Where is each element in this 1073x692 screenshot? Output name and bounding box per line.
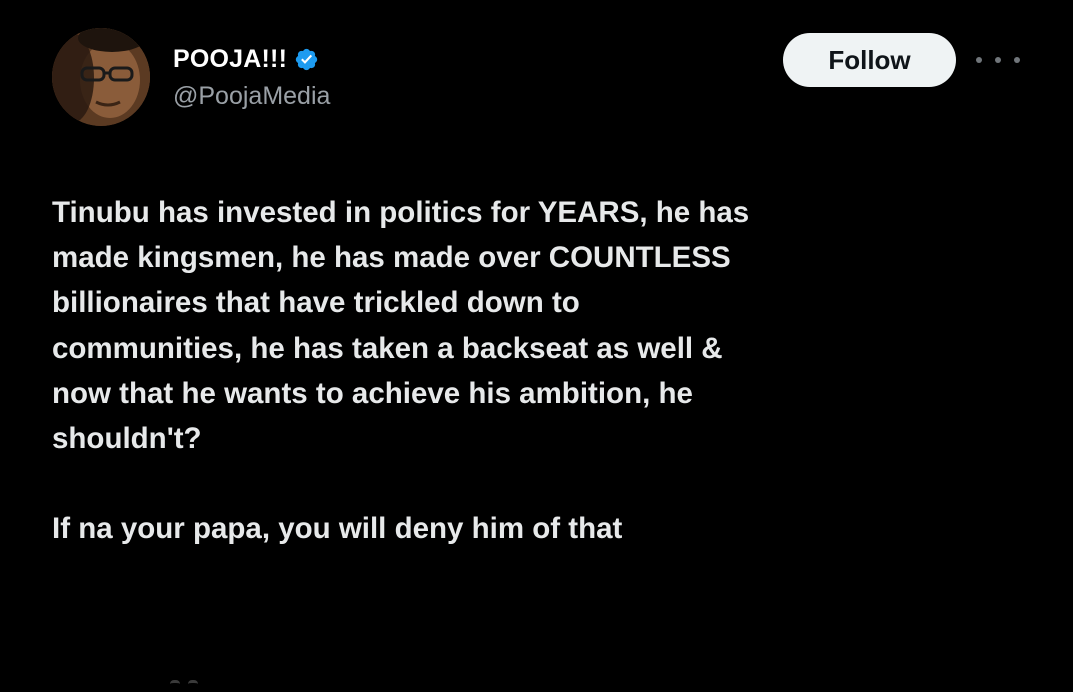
- verified-badge-icon[interactable]: [294, 47, 319, 72]
- follow-button[interactable]: Follow: [783, 33, 956, 87]
- cropped-text-fragment: [170, 680, 220, 692]
- more-dot: [995, 57, 1001, 63]
- author-identity: POOJA!!! @PoojaMedia: [173, 42, 330, 111]
- avatar[interactable]: [52, 28, 150, 126]
- display-name[interactable]: POOJA!!!: [173, 45, 287, 74]
- display-name-row: POOJA!!!: [173, 42, 330, 76]
- more-dot: [976, 57, 982, 63]
- post-paragraph-1: Tinubu has invested in politics for YEAR…: [52, 196, 750, 456]
- post-text: Tinubu has invested in politics for YEAR…: [52, 190, 1012, 551]
- more-options-icon[interactable]: [976, 50, 1020, 70]
- post-card: POOJA!!! @PoojaMedia Follow Tinubu has i…: [0, 0, 1073, 692]
- avatar-portrait-icon: [52, 28, 150, 126]
- more-dot: [1014, 57, 1020, 63]
- post-paragraph-2: If na your papa, you will deny him of th…: [52, 512, 623, 546]
- author-handle[interactable]: @PoojaMedia: [173, 82, 330, 111]
